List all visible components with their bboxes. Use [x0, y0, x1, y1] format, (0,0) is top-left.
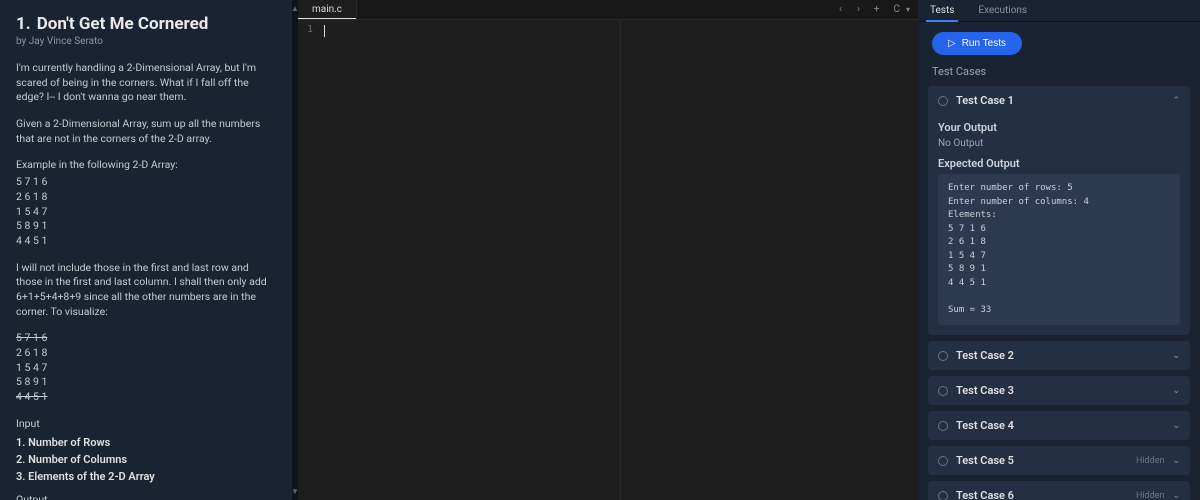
test-case-title: Test Case 4: [956, 419, 1164, 432]
test-case-title: Test Case 2: [956, 349, 1164, 362]
status-circle-icon: [938, 456, 948, 466]
input-list-item: 3. Elements of the 2-D Array: [16, 470, 276, 483]
test-case: Test Case 5 Hidden ⌄: [928, 446, 1190, 475]
hidden-badge: Hidden: [1136, 491, 1165, 500]
array-row: 5 8 9 1: [16, 375, 276, 390]
problem-author: by Jay Vince Serato: [16, 36, 276, 47]
test-case: Test Case 3 ⌄: [928, 376, 1190, 405]
line-number: 1: [298, 24, 322, 35]
array-row: 1 5 4 7: [16, 205, 276, 220]
array-row: 5 7 1 6: [16, 331, 276, 346]
chevron-down-icon: ⌄: [1172, 351, 1180, 361]
chevron-down-icon: ⌄: [1172, 456, 1180, 466]
language-selector[interactable]: C ▾: [885, 0, 918, 19]
test-case: Test Case 4 ⌄: [928, 411, 1190, 440]
status-circle-icon: [938, 351, 948, 361]
test-case-title: Test Case 3: [956, 384, 1164, 397]
problem-title: Don't Get Me Cornered: [37, 14, 209, 34]
array-row: 4 4 5 1: [16, 234, 276, 249]
test-case-title: Test Case 5: [956, 454, 1128, 467]
status-circle-icon: [938, 96, 948, 106]
chevron-down-icon: ⌄: [1172, 386, 1180, 396]
test-case: Test Case 6 Hidden ⌄: [928, 481, 1190, 500]
tab-executions[interactable]: Executions: [966, 0, 1039, 21]
chevron-up-icon: ⌃: [1172, 96, 1180, 106]
test-case-header[interactable]: Test Case 4 ⌄: [928, 411, 1190, 440]
tab-tests[interactable]: Tests: [918, 0, 966, 21]
test-case-header[interactable]: Test Case 3 ⌄: [928, 376, 1190, 405]
collapse-down-icon[interactable]: ▼: [291, 487, 299, 496]
status-circle-icon: [938, 386, 948, 396]
test-case-header[interactable]: Test Case 6 Hidden ⌄: [928, 481, 1190, 500]
editor-tab[interactable]: main.c: [298, 0, 357, 19]
problem-number: 1.: [16, 14, 31, 34]
editor-tab-bar: main.c ‹ › + C ▾: [298, 0, 918, 20]
language-label: C: [893, 4, 900, 15]
visualize-array: 5 7 1 62 6 1 81 5 4 75 8 9 14 4 5 1: [16, 331, 276, 404]
code-editor[interactable]: 1: [298, 20, 918, 500]
input-list: 1. Number of Rows 2. Number of Columns 3. …: [16, 436, 276, 483]
array-row: 1 5 4 7: [16, 361, 276, 376]
expected-output-label: Expected Output: [938, 157, 1180, 170]
test-cases-heading: Test Cases: [918, 65, 1200, 86]
array-row: 5 7 1 6: [16, 175, 276, 190]
status-circle-icon: [938, 491, 948, 500]
problem-paragraph: I'm currently handling a 2-Dimensional A…: [16, 61, 276, 105]
line-gutter: 1: [298, 20, 322, 500]
problem-panel: 1. Don't Get Me Cornered by Jay Vince Se…: [0, 0, 298, 500]
no-output-text: No Output: [938, 138, 1180, 149]
array-row: 5 8 9 1: [16, 219, 276, 234]
your-output-label: Your Output: [938, 121, 1180, 134]
tab-label: main.c: [312, 4, 342, 15]
array-row: 2 6 1 8: [16, 346, 276, 361]
array-row: 4 4 5 1: [16, 390, 276, 405]
array-row: 2 6 1 8: [16, 190, 276, 205]
play-icon: ▷: [948, 38, 956, 49]
test-case-title: Test Case 6: [956, 489, 1128, 500]
chevron-down-icon: ⌄: [1172, 491, 1180, 500]
tests-panel: Tests Executions ▷ Run Tests Test Cases …: [918, 0, 1200, 500]
test-case-header[interactable]: Test Case 5 Hidden ⌄: [928, 446, 1190, 475]
run-tests-button[interactable]: ▷ Run Tests: [932, 32, 1022, 55]
add-tab-icon[interactable]: +: [867, 0, 885, 19]
test-case-body: Your Output No Output Expected Output Enter…: [928, 121, 1190, 335]
test-case: Test Case 2 ⌄: [928, 341, 1190, 370]
expected-output-block: Enter number of rows: 5 Enter number of …: [938, 174, 1180, 325]
test-case-header[interactable]: Test Case 2 ⌄: [928, 341, 1190, 370]
example-array: 5 7 1 62 6 1 81 5 4 75 8 9 14 4 5 1: [16, 175, 276, 248]
run-label: Run Tests: [962, 38, 1006, 49]
status-circle-icon: [938, 421, 948, 431]
test-case-header[interactable]: Test Case 1 ⌃: [928, 86, 1190, 115]
panel-resizer[interactable]: ▲ ▼: [292, 0, 298, 500]
problem-paragraph: I will not include those in the first an…: [16, 261, 276, 320]
input-list-item: 2. Number of Columns: [16, 453, 276, 466]
hidden-badge: Hidden: [1136, 456, 1165, 466]
next-tab-icon[interactable]: ›: [849, 0, 867, 19]
prev-tab-icon[interactable]: ‹: [831, 0, 849, 19]
output-heading: Output: [16, 493, 276, 500]
chevron-down-icon: ⌄: [1172, 421, 1180, 431]
test-case: Test Case 1 ⌃ Your Output No Output Expected…: [928, 86, 1190, 335]
input-heading: Input: [16, 417, 276, 430]
input-list-item: 1. Number of Rows: [16, 436, 276, 449]
example-label: Example in the following 2-D Array:: [16, 158, 276, 173]
editor-panel: main.c ‹ › + C ▾ 1: [298, 0, 918, 500]
test-case-title: Test Case 1: [956, 94, 1164, 107]
chevron-down-icon: ▾: [906, 5, 910, 14]
problem-paragraph: Given a 2-Dimensional Array, sum up all …: [16, 117, 276, 146]
